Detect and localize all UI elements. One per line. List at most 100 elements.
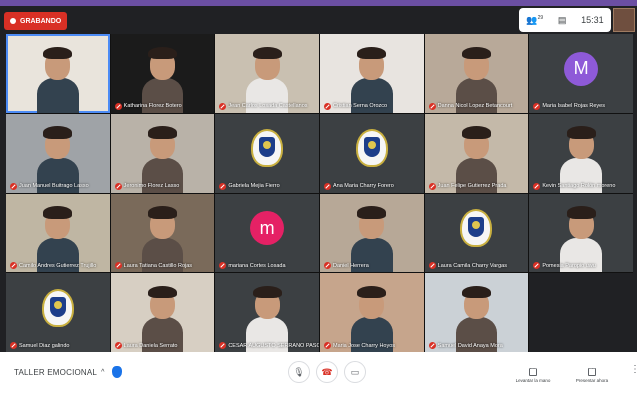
participant-name-text: Cristian Serna Orozco: [332, 103, 388, 110]
participant-name-text: Katharina Florez Botero: [123, 103, 182, 110]
raise-hand-label: Levantar la mano: [515, 378, 551, 383]
school-crest-avatar: [355, 129, 388, 168]
participant-tile[interactable]: Jean Carlos Losada Castellanos: [215, 34, 319, 113]
meeting-name: TALLER EMOCIONAL: [14, 368, 98, 377]
participant-name-text: CESAR AUGUSTO SERRANO PASCUAS: [228, 342, 319, 349]
participant-tile[interactable]: Gabriela Mejia Fierro: [215, 113, 319, 193]
more-options-icon[interactable]: ⋮: [630, 364, 637, 375]
participant-name-text: Juan Manuel Buitrago Lasso: [19, 183, 89, 189]
participant-hair: [252, 285, 282, 299]
mic-off-icon: [428, 342, 436, 349]
participant-name: Laura Daniela Serrato: [114, 342, 177, 349]
participant-tile[interactable]: Danna Nicol Lopez Betancourt: [424, 34, 529, 113]
mic-off-icon: [114, 182, 122, 190]
participant-tile[interactable]: Katharina Florez Botero: [110, 34, 215, 113]
participant-name-text: Gabriela Mejia Fierro: [228, 183, 280, 189]
self-view-thumbnail[interactable]: [613, 8, 635, 32]
participant-tile[interactable]: m mariana Cortes Losada: [215, 193, 319, 273]
participant-name-text: mariana Cortes Losada: [228, 262, 286, 269]
participant-name-text: Maria Isabel Rojas Reyes: [542, 103, 605, 110]
mic-off-icon: [428, 182, 436, 190]
participant-tile[interactable]: Camilo Andres Gutierrez Trujillo: [6, 193, 110, 273]
video-grid: Katharina Florez Botero Jean Carlos Losad…: [6, 34, 633, 352]
participant-name: Danna Nicol Lopez Betancourt: [428, 102, 512, 110]
participant-tile[interactable]: Juan Felipe Gutierrez Prada: [424, 113, 529, 193]
present-now-button[interactable]: Presentar ahora: [570, 368, 614, 383]
camera-button[interactable]: ▭: [344, 361, 366, 383]
participant-name: Katharina Florez Botero: [114, 102, 182, 110]
raise-hand-button[interactable]: Levantar la mano: [513, 368, 553, 383]
participant-tile[interactable]: Jeronimo Florez Lasso: [110, 113, 215, 193]
participant-name: CESAR AUGUSTO SERRANO PASCUAS: [219, 342, 319, 349]
mic-off-icon: [323, 102, 331, 110]
people-button[interactable]: 👥29: [526, 15, 543, 26]
participant-tile[interactable]: Laura Camila Charry Vargas: [424, 193, 529, 273]
participant-tile[interactable]: Daniel Herrera: [319, 193, 424, 273]
participant-hair: [566, 126, 596, 139]
mic-off-icon: [533, 262, 541, 270]
mic-off-icon: [219, 342, 227, 349]
bottom-control-bar: TALLER EMOCIONAL ^ 🎙 ☎ ▭ Levantar la man…: [0, 352, 637, 396]
mic-off-icon: [114, 262, 122, 270]
participant-tile[interactable]: Samuel David Anaya Mora: [424, 273, 529, 352]
mic-off-icon: [533, 182, 541, 190]
participant-tile[interactable]: CESAR AUGUSTO SERRANO PASCUAS: [215, 273, 319, 352]
mic-off-icon: [323, 342, 331, 349]
microphone-icon: 🎙: [293, 366, 305, 377]
top-strip: [0, 0, 637, 6]
participant-name-text: Jean Carlos Losada Castellanos: [228, 103, 308, 110]
participant-tile[interactable]: Pomesia Paropio uwu: [529, 193, 633, 273]
participant-name-text: Maria Jose Charry Hoyos: [332, 342, 396, 349]
participant-name: Maria Isabel Rojas Reyes: [533, 102, 605, 110]
participant-name: Ana Maria Charry Forero: [323, 182, 394, 190]
participant-name: Jeronimo Florez Lasso: [114, 182, 180, 190]
participant-name-text: Jeronimo Florez Lasso: [123, 183, 180, 189]
avatar: m: [250, 211, 285, 246]
participant-tile[interactable]: Laura Tatiana Castillo Rojas: [110, 193, 215, 273]
participant-hair: [252, 46, 282, 60]
mic-off-icon: [10, 342, 17, 349]
recording-badge: GRABANDO: [4, 12, 68, 30]
participant-name-text: Pomesia Paropio uwu: [542, 262, 596, 269]
record-dot-icon: [10, 18, 16, 24]
meeting-details-button[interactable]: TALLER EMOCIONAL ^: [14, 368, 105, 377]
hang-up-button[interactable]: ☎: [316, 361, 338, 383]
participant-tile[interactable]: Kevin Santiago Rolón moreno: [529, 113, 633, 193]
microphone-button[interactable]: 🎙: [288, 361, 310, 383]
participant-tile[interactable]: Cristian Serna Orozco: [319, 34, 424, 113]
mic-off-icon: [533, 102, 541, 110]
mic-off-icon: [10, 262, 17, 270]
participant-hair: [461, 285, 491, 299]
participant-name-text: Samuel David Anaya Mora: [437, 342, 503, 349]
school-crest-avatar: [460, 209, 493, 248]
present-screen-icon: [588, 368, 596, 376]
participant-tile[interactable]: Maria Jose Charry Hoyos: [319, 273, 424, 352]
participant-tile[interactable]: [6, 34, 110, 113]
participant-tile[interactable]: Juan Manuel Buitrago Lasso: [6, 113, 110, 193]
participant-name: Juan Felipe Gutierrez Prada: [428, 182, 506, 190]
mic-off-icon: [219, 182, 227, 190]
participant-hair: [461, 46, 491, 60]
participant-hair: [461, 126, 491, 139]
mic-off-icon: [323, 182, 331, 190]
participant-name: Maria Jose Charry Hoyos: [323, 342, 396, 349]
participant-name: Camilo Andres Gutierrez Trujillo: [10, 262, 96, 270]
participant-name: Juan Manuel Buitrago Lasso: [10, 182, 89, 190]
participant-name: Kevin Santiago Rolón moreno: [533, 182, 615, 190]
participant-name: Laura Tatiana Castillo Rojas: [114, 262, 192, 270]
participant-tile[interactable]: Ana Maria Charry Forero: [319, 113, 424, 193]
chat-icon[interactable]: ▤: [558, 15, 567, 26]
participant-hair: [43, 126, 73, 139]
participant-hair: [147, 46, 177, 60]
people-count: 29: [537, 14, 544, 21]
participant-tile[interactable]: M Maria Isabel Rojas Reyes: [529, 34, 633, 113]
participant-hair: [357, 206, 387, 219]
shield-icon[interactable]: [112, 366, 122, 378]
mic-off-icon: [114, 102, 122, 110]
school-crest-avatar: [251, 129, 284, 168]
participant-name: mariana Cortes Losada: [219, 262, 286, 270]
participant-tile[interactable]: Samuel Diaz galindo: [6, 273, 110, 352]
participant-name: Laura Camila Charry Vargas: [428, 262, 507, 270]
participant-tile[interactable]: Laura Daniela Serrato: [110, 273, 215, 352]
participant-name: Daniel Herrera: [323, 262, 369, 270]
